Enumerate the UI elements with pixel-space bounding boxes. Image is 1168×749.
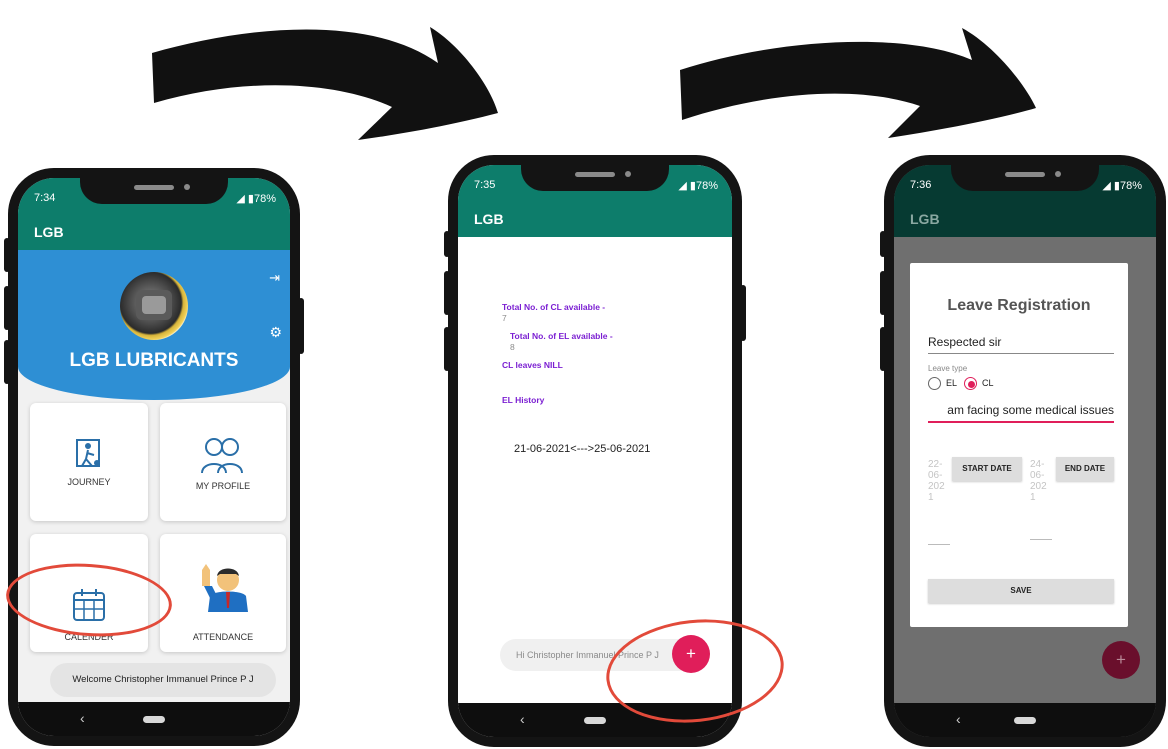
arrow-1-icon — [152, 27, 498, 140]
leave-registration-dialog: Leave Registration Respected sir Leave t… — [910, 263, 1128, 627]
battery-level: ◢ ▮78% — [678, 180, 718, 192]
start-date-button-label: START DATE — [962, 464, 1012, 473]
app-title: LGB — [34, 224, 64, 240]
el-history-entry: 21-06-2021<--->25-06-2021 — [514, 443, 651, 455]
nav-home-icon[interactable] — [584, 717, 606, 724]
my-profile-label: MY PROFILE — [195, 481, 251, 491]
el-available-label: Total No. of EL available - — [510, 331, 613, 341]
el-history-label: EL History — [502, 395, 545, 405]
radio-cl-label: CL — [982, 378, 994, 388]
welcome-text: Welcome Christopher Immanuel Prince P J — [72, 674, 254, 685]
start-date-button[interactable]: START DATE — [952, 457, 1022, 481]
system-nav-bar: ‹ — [18, 702, 290, 736]
leave-type-label: Leave type — [928, 364, 968, 373]
logout-icon[interactable]: ⇥ — [269, 270, 280, 286]
plus-icon: + — [1116, 650, 1126, 669]
phone-frame-home: 7:34 ◢ ▮78% LGB LGB LUBRICANTS ⇥ ⚙ JOURN… — [4, 168, 304, 746]
save-button-label: SAVE — [1010, 586, 1032, 595]
brand-name: LGB LUBRICANTS — [69, 350, 239, 371]
attendance-icon — [202, 564, 248, 612]
phone-notch — [521, 161, 669, 191]
salutation-field[interactable]: Respected sir — [928, 333, 1114, 354]
radio-el-circle — [928, 377, 941, 390]
status-time: 7:34 — [34, 192, 56, 204]
el-available-value: 8 — [510, 342, 515, 352]
end-date-button[interactable]: END DATE — [1056, 457, 1114, 481]
phone-notch — [80, 174, 228, 204]
journey-tile[interactable]: JOURNEY — [30, 403, 148, 521]
nav-home-icon[interactable] — [1014, 717, 1036, 724]
battery-level: ◢ ▮78% — [1102, 180, 1142, 192]
phone-notch — [951, 161, 1099, 191]
app-bar: LGB — [18, 212, 290, 250]
journey-icon — [76, 439, 100, 467]
phone-frame-leave-registration: 7:36 ◢ ▮78% LGB Leave Registration Respe… — [880, 155, 1166, 747]
my-profile-tile[interactable]: MY PROFILE — [160, 403, 286, 521]
salutation-text: Respected sir — [928, 335, 1002, 349]
settings-icon[interactable]: ⚙ — [269, 324, 282, 341]
radio-el-label: EL — [946, 378, 958, 388]
end-date-value: 24- 06- 202 1 — [1030, 459, 1047, 503]
brand-header: LGB LUBRICANTS ⇥ ⚙ — [18, 250, 290, 400]
status-time: 7:35 — [474, 179, 496, 191]
start-date-value: 22- 06- 202 1 — [928, 459, 945, 503]
arrow-2-icon — [680, 28, 1036, 138]
nav-home-icon[interactable] — [143, 716, 165, 723]
save-button[interactable]: SAVE — [928, 579, 1114, 603]
reason-field[interactable]: am facing some medical issues — [928, 399, 1114, 423]
app-bar: LGB — [894, 199, 1156, 237]
leave-registration-screen: 7:36 ◢ ▮78% LGB Leave Registration Respe… — [894, 165, 1156, 737]
app-bar: LGB — [458, 199, 732, 237]
end-date-underline — [1030, 539, 1052, 540]
journey-label: JOURNEY — [67, 477, 111, 487]
start-date-underline — [928, 544, 950, 545]
home-screen: 7:34 ◢ ▮78% LGB LGB LUBRICANTS ⇥ ⚙ JOURN… — [18, 178, 290, 736]
radio-cl-dot — [967, 380, 975, 388]
welcome-toast: Welcome Christopher Immanuel Prince P J — [50, 663, 276, 697]
dialog-title: Leave Registration — [947, 297, 1091, 314]
battery-level: ◢ ▮78% — [236, 193, 276, 205]
nav-back-icon[interactable]: ‹ — [520, 711, 525, 727]
cl-available-value: 7 — [502, 313, 507, 323]
profile-icon — [201, 438, 243, 474]
nav-back-icon[interactable]: ‹ — [956, 711, 961, 727]
attendance-tile[interactable]: ATTENDANCE — [160, 534, 286, 652]
add-leave-fab-dimmed[interactable]: + — [1102, 641, 1140, 679]
status-time: 7:36 — [910, 179, 932, 191]
nav-back-icon[interactable]: ‹ — [80, 710, 85, 726]
cl-leaves-text: CL leaves NILL — [502, 360, 563, 370]
attendance-label: ATTENDANCE — [192, 632, 254, 642]
brand-logo — [120, 272, 188, 340]
end-date-button-label: END DATE — [1064, 464, 1106, 473]
app-title: LGB — [474, 211, 504, 227]
reason-text: am facing some medical issues — [947, 403, 1114, 417]
cl-available-label: Total No. of CL available - — [502, 302, 606, 312]
app-title: LGB — [910, 211, 940, 227]
system-nav-bar: ‹ — [894, 703, 1156, 737]
